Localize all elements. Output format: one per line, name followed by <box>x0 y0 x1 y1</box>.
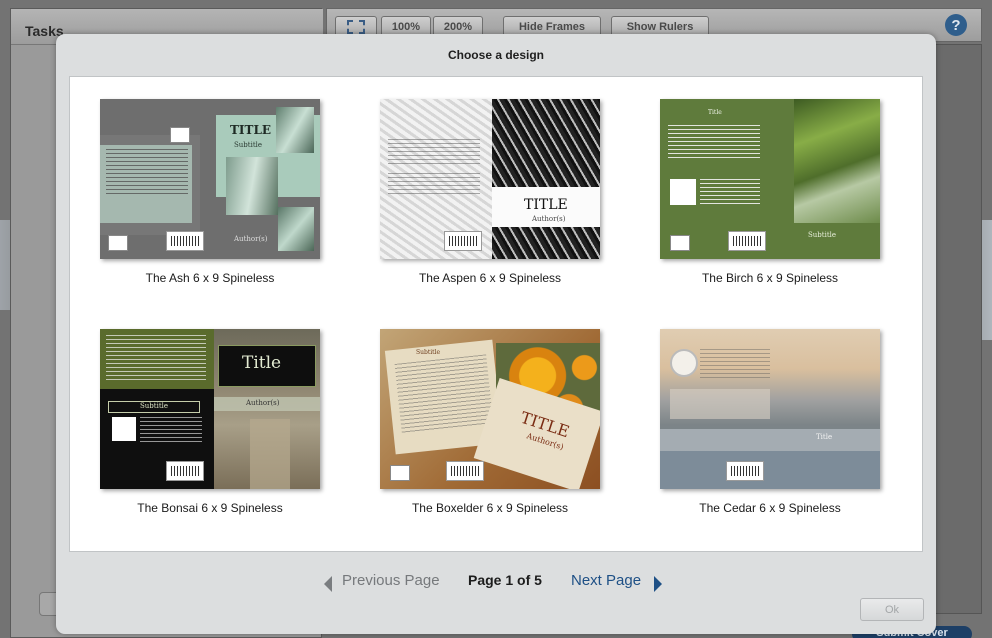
design-thumbnail: TITLE Subtitle Author(s) <box>100 99 320 259</box>
design-card-bonsai[interactable]: Title Author(s) Subtitle The Bonsai 6 x … <box>100 329 320 515</box>
design-card-boxelder[interactable]: TITLE Author(s) Subtitle The Boxelder 6 … <box>380 329 600 515</box>
design-thumbnail: Subtitle Title <box>660 99 880 259</box>
design-name: The Cedar 6 x 9 Spineless <box>699 501 841 515</box>
thumbnail-title: Title <box>242 353 282 373</box>
previous-page-link[interactable]: Previous Page <box>342 572 440 589</box>
design-card-ash[interactable]: TITLE Subtitle Author(s) The Ash 6 x 9 S… <box>100 99 320 285</box>
thumbnail-title: Title <box>816 433 833 441</box>
design-thumbnail: Title Author(s) Subtitle <box>100 329 320 489</box>
design-name: The Boxelder 6 x 9 Spineless <box>411 501 569 515</box>
pagination: Previous Page Page 1 of 5 Next Page <box>56 572 936 594</box>
design-thumbnail: TITLE Author(s) <box>380 99 600 259</box>
thumbnail-subtitle: Subtitle <box>234 141 263 149</box>
chevron-left-icon[interactable] <box>324 576 332 592</box>
page-indicator: Page 1 of 5 <box>468 572 542 588</box>
choose-design-dialog: Choose a design TITLE Subtitle Author(s)… <box>56 34 936 634</box>
ok-button[interactable]: Ok <box>860 598 924 621</box>
thumbnail-title: Title <box>708 109 722 116</box>
fit-view-icon <box>347 20 365 34</box>
thumbnail-title: TITLE <box>524 197 568 213</box>
design-name: The Aspen 6 x 9 Spineless <box>418 271 562 285</box>
design-thumbnail: TITLE Author(s) Subtitle <box>380 329 600 489</box>
design-card-cedar[interactable]: Title The Cedar 6 x 9 Spineless <box>660 329 880 515</box>
thumbnail-author: Author(s) <box>532 215 566 223</box>
thumbnail-subtitle: Subtitle <box>416 349 441 356</box>
thumbnail-subtitle: Subtitle <box>808 231 837 239</box>
chevron-right-icon[interactable] <box>654 576 662 592</box>
thumbnail-author: Author(s) <box>246 399 280 407</box>
next-page-link[interactable]: Next Page <box>571 572 641 589</box>
thumbnail-title: TITLE <box>230 123 272 137</box>
dialog-title: Choose a design <box>447 48 545 62</box>
design-thumbnail: Title <box>660 329 880 489</box>
thumbnail-subtitle: Subtitle <box>140 402 169 410</box>
thumbnail-author: Author(s) <box>234 235 268 243</box>
design-name: The Ash 6 x 9 Spineless <box>145 271 275 285</box>
design-name: The Birch 6 x 9 Spineless <box>701 271 839 285</box>
design-gallery: TITLE Subtitle Author(s) The Ash 6 x 9 S… <box>69 76 923 552</box>
design-card-aspen[interactable]: TITLE Author(s) The Aspen 6 x 9 Spineles… <box>380 99 600 285</box>
design-name: The Bonsai 6 x 9 Spineless <box>137 501 283 515</box>
design-card-birch[interactable]: Subtitle Title The Birch 6 x 9 Spineless <box>660 99 880 285</box>
help-icon[interactable]: ? <box>945 14 967 36</box>
